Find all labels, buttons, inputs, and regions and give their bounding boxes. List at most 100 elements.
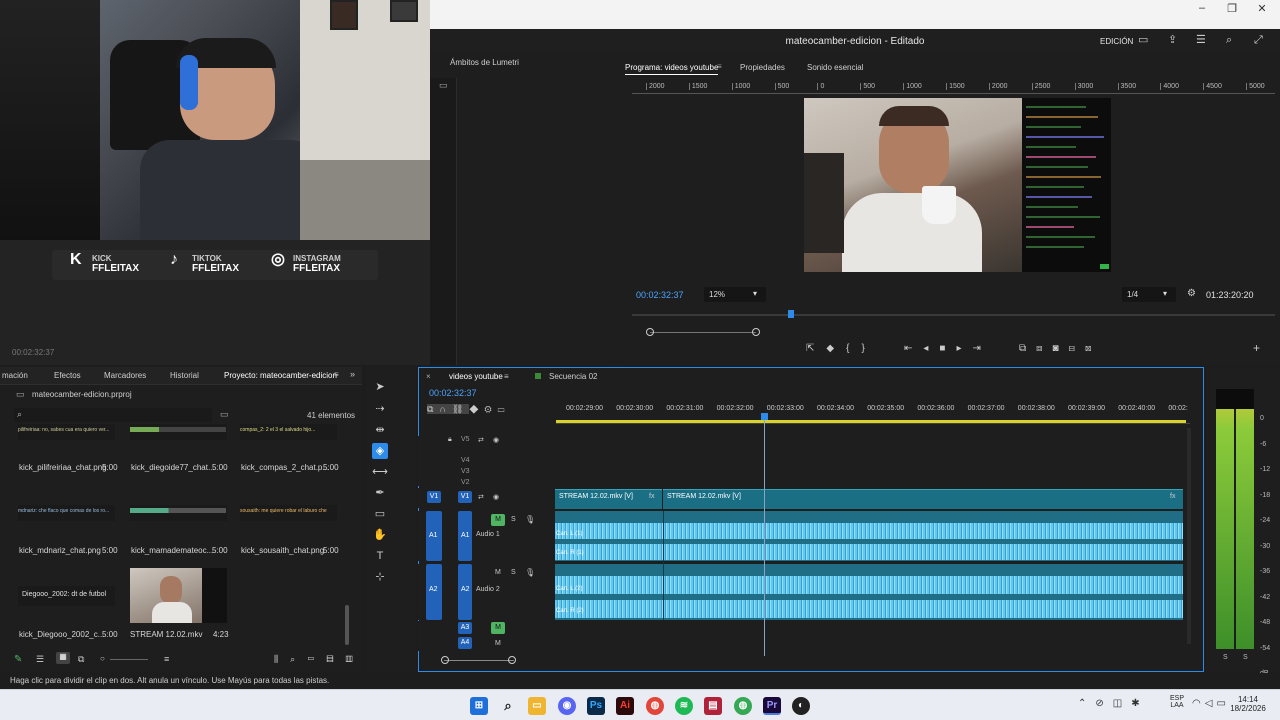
item-name[interactable]: kick_Diegooo_2002_c...: [19, 630, 104, 639]
mute-button[interactable]: M: [495, 640, 501, 647]
timeline-timecode[interactable]: 00:02:32:37: [429, 388, 477, 398]
icon-view-icon[interactable]: ▦: [56, 652, 70, 664]
wrench-icon[interactable]: ⚙: [1187, 289, 1196, 299]
zoom-slider-icon[interactable]: ○: [100, 654, 105, 663]
close-button[interactable]: ✕: [1252, 2, 1272, 15]
audio-clip-a2[interactable]: Can. L (2) Can. R (2): [555, 564, 1183, 620]
tab-information[interactable]: mación: [2, 371, 28, 380]
chrome-profile-icon[interactable]: ◍: [734, 697, 752, 715]
more-tabs-icon[interactable]: »: [350, 370, 355, 379]
zoom-handle-right[interactable]: [508, 656, 516, 664]
type-tool-icon[interactable]: T: [372, 548, 388, 564]
zoom-handle-right[interactable]: [752, 328, 760, 336]
track-a4[interactable]: A4: [458, 637, 472, 649]
photoshop-icon[interactable]: Ps: [587, 697, 605, 715]
go-to-out-icon[interactable]: ⇥: [973, 343, 992, 354]
add-marker-icon[interactable]: ◆: [469, 404, 484, 414]
track-v3-label[interactable]: V3: [461, 468, 470, 475]
tab-menu-icon[interactable]: ≡: [504, 372, 509, 381]
mute-button[interactable]: M: [491, 514, 505, 526]
item-name[interactable]: kick_pilifreiriaa_chat.png: [19, 463, 107, 472]
search-icon[interactable]: ⌕: [499, 697, 517, 715]
tab-program[interactable]: Programa: videos youtube: [625, 63, 719, 75]
ripple-edit-tool-icon[interactable]: ⇹: [372, 422, 388, 438]
caption-tool-icon[interactable]: ⊹: [372, 569, 388, 585]
tab-effects[interactable]: Efectos: [54, 371, 81, 380]
monitor-scrub-bar[interactable]: [632, 314, 1275, 316]
monitor-zoom-bar[interactable]: [650, 332, 756, 333]
fullscreen-icon[interactable]: ⤢: [1254, 35, 1263, 46]
freeform-view-icon[interactable]: ⧉: [78, 654, 84, 665]
lumetri-title[interactable]: Ámbitos de Lumetri: [450, 58, 519, 67]
tab-properties[interactable]: Propiedades: [740, 63, 785, 72]
solo-right[interactable]: S: [1243, 654, 1248, 661]
trash-icon[interactable]: ▥: [346, 654, 365, 664]
linked-icon[interactable]: ⛓: [451, 404, 470, 414]
selection-tool-icon[interactable]: ➤: [372, 379, 388, 395]
slip-tool-icon[interactable]: ⟷: [372, 464, 388, 480]
file-explorer-icon[interactable]: ▭: [528, 697, 546, 715]
mark-out-icon[interactable]: }: [861, 343, 876, 354]
nest-icon[interactable]: ⧉: [427, 404, 440, 414]
go-to-in-icon[interactable]: ⇤: [904, 343, 923, 354]
app-icon[interactable]: ▤: [704, 697, 722, 715]
overwrite-icon[interactable]: ⧈: [1036, 343, 1052, 354]
settings-icon[interactable]: ☰: [1196, 35, 1206, 46]
mic-icon[interactable]: 🎙︎: [525, 568, 535, 577]
sync-icon[interactable]: ⇄: [478, 436, 484, 444]
thumb-mamademateoc[interactable]: [130, 505, 227, 521]
thumb-sousaith[interactable]: sousaith: me quiere robar el laburo che: [240, 505, 337, 521]
eye-icon[interactable]: ◉: [493, 436, 499, 444]
stop-icon[interactable]: ■: [939, 343, 956, 354]
tab-secuencia-02[interactable]: Secuencia 02: [549, 372, 597, 381]
solo-button[interactable]: S: [511, 516, 516, 523]
automate-icon[interactable]: ⫼: [274, 654, 290, 664]
track-v2-label[interactable]: V2: [461, 479, 470, 486]
item-name[interactable]: kick_diegoide77_chat...: [131, 463, 215, 472]
lock-icon[interactable]: 🔒︎: [448, 436, 452, 444]
tab-videos-youtube[interactable]: videos youtube: [449, 372, 503, 381]
video-clip[interactable]: STREAM 12.02.mkv [V] fx: [555, 489, 662, 509]
eye-icon[interactable]: ◉: [493, 493, 499, 501]
solo-button[interactable]: S: [511, 569, 516, 576]
zoom-handle-left[interactable]: [646, 328, 654, 336]
step-back-icon[interactable]: ◂: [923, 343, 939, 354]
track-a3[interactable]: A3: [458, 622, 472, 634]
insert-icon[interactable]: ⧉: [1019, 343, 1036, 354]
network-off-icon[interactable]: ⊘: [1095, 698, 1112, 709]
premiere-icon[interactable]: Pr: [763, 697, 781, 715]
workspace-label[interactable]: EDICIÓN: [1100, 37, 1133, 46]
thumb-diegooo[interactable]: Diegooo_2002: dt de futbol: [18, 586, 115, 606]
clock[interactable]: 14:14 18/2/2026: [1226, 695, 1270, 713]
obs-icon[interactable]: ◐: [792, 697, 810, 715]
step-forward-icon[interactable]: ▸: [956, 343, 972, 354]
resolution-select[interactable]: 1/4 ▾: [1122, 287, 1176, 302]
wifi-icon[interactable]: ◠: [1192, 698, 1205, 709]
track-select-tool-icon[interactable]: ⇢: [372, 401, 388, 417]
minimize-button[interactable]: –: [1192, 2, 1212, 14]
search-icon[interactable]: ⌕: [1226, 35, 1232, 46]
mute-button[interactable]: M: [491, 622, 505, 634]
playhead-handle[interactable]: [760, 413, 768, 420]
new-item-icon[interactable]: ▤: [326, 654, 345, 664]
compare-icon[interactable]: ⊟: [1069, 343, 1085, 354]
captions-icon[interactable]: ▭: [498, 404, 511, 414]
thumb-mdnariz[interactable]: mdnariz: che flaco que comas de los ro..…: [18, 505, 115, 521]
source-v1[interactable]: V1: [427, 491, 441, 503]
tab-menu-icon[interactable]: ≡: [334, 371, 339, 379]
list-view-icon[interactable]: ☰: [36, 654, 44, 665]
timecode-ruler[interactable]: 00:02:29:00 00:02:30:00 00:02:31:00 00:02:3…: [556, 404, 1190, 424]
app-tray-icon[interactable]: ◫: [1113, 698, 1131, 709]
panel-icon[interactable]: ▭: [1138, 35, 1148, 46]
item-name[interactable]: kick_mamademateoc...: [131, 546, 213, 555]
tab-history[interactable]: Historial: [170, 371, 199, 380]
rectangle-tool-icon[interactable]: ▭: [372, 506, 388, 522]
start-icon[interactable]: ⊞: [470, 697, 488, 715]
add-button-icon[interactable]: +: [1253, 342, 1260, 354]
scope-settings-icon[interactable]: ▭: [439, 81, 448, 90]
item-name[interactable]: STREAM 12.02.mkv: [130, 630, 202, 639]
tab-essential-sound[interactable]: Sonido esencial: [807, 63, 863, 72]
camera-icon[interactable]: ◙: [1053, 343, 1069, 354]
new-bin-icon[interactable]: ▭: [307, 654, 326, 664]
timeline-playhead[interactable]: [763, 413, 765, 656]
